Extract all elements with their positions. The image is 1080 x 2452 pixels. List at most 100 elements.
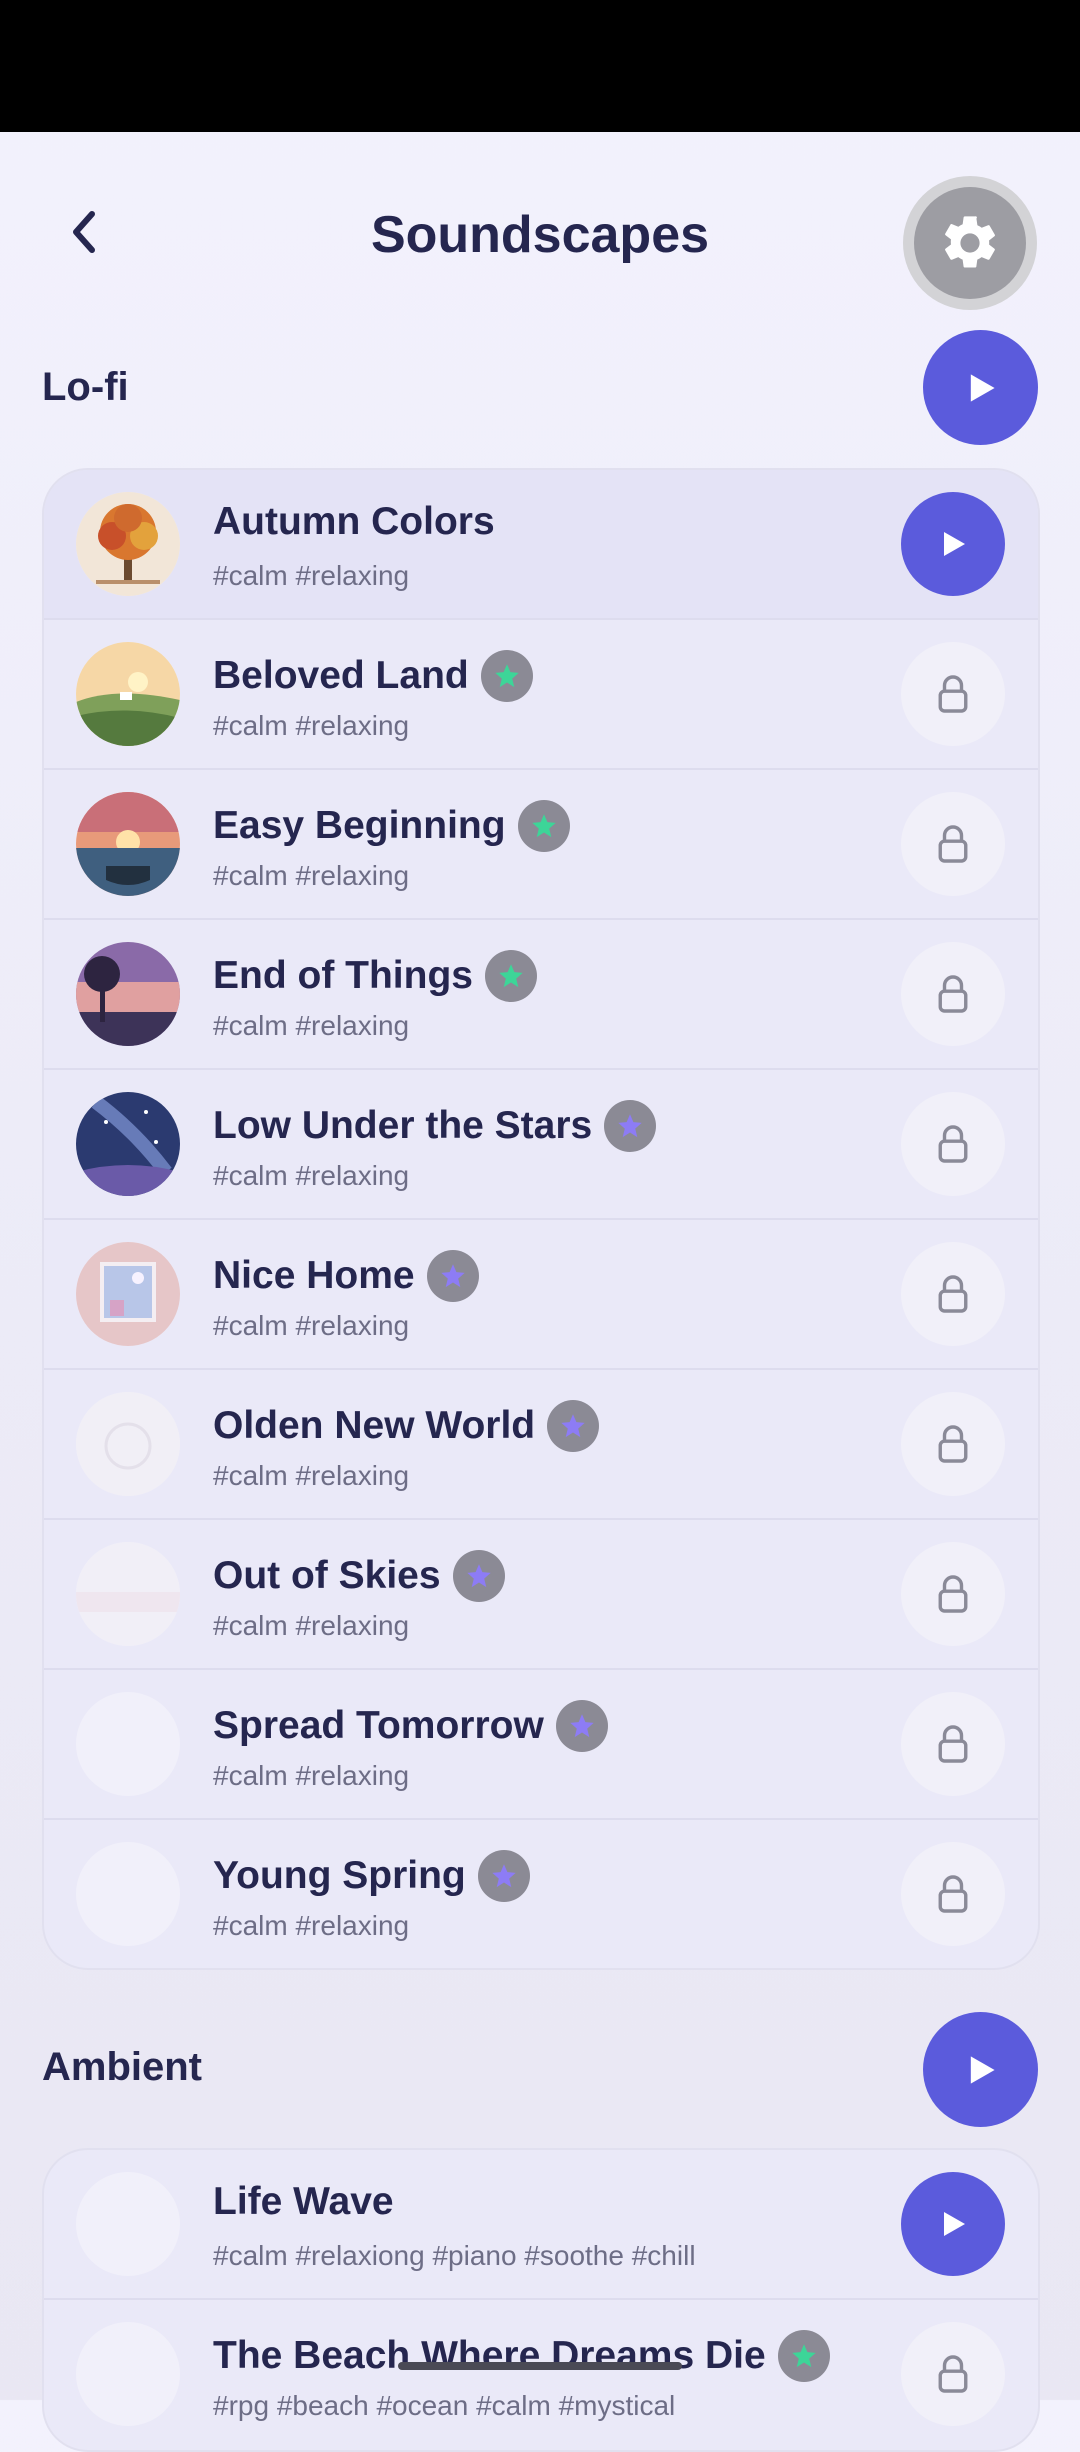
track-thumbnail	[76, 942, 180, 1046]
track-thumbnail	[76, 1842, 180, 1946]
track-tags: #calm #relaxing	[213, 1310, 410, 1341]
track-thumbnail	[76, 792, 180, 896]
track-row[interactable]: Autumn Colors #calm #relaxing	[44, 470, 1038, 620]
track-thumbnail	[76, 1692, 180, 1796]
settings-button[interactable]	[903, 176, 1037, 310]
track-title: Life Wave	[213, 2180, 394, 2223]
lock-icon	[938, 675, 968, 713]
track-thumbnail	[76, 492, 180, 596]
star-icon	[466, 1564, 491, 1588]
track-thumbnail	[76, 642, 180, 746]
track-thumbnail	[76, 1242, 180, 1346]
lock-icon	[938, 975, 968, 1013]
home-indicator[interactable]	[398, 2362, 682, 2370]
play-icon	[944, 2212, 965, 2236]
lofi-track-list: Autumn Colors #calm #relaxing Beloved La…	[42, 468, 1040, 1970]
track-tags: #calm #relaxing	[213, 860, 410, 891]
star-icon	[561, 1414, 585, 1438]
premium-badge	[484, 950, 537, 1002]
lock-icon	[938, 1575, 968, 1613]
track-tags: #calm #relaxing	[213, 1610, 410, 1641]
track-row[interactable]: Low Under the Stars #calm #relaxing	[44, 1070, 1038, 1220]
track-tags: #calm #relaxing	[213, 1760, 410, 1791]
play-button[interactable]	[901, 2172, 1005, 2276]
play-button[interactable]	[901, 492, 1005, 596]
star-icon	[492, 1864, 516, 1888]
track-tags: #calm #relaxing	[213, 1160, 410, 1191]
track-tags: #rpg #beach #ocean #calm #mystical	[213, 2390, 676, 2421]
track-title: Spread Tomorrow	[213, 1700, 608, 1752]
premium-badge	[452, 1550, 505, 1602]
premium-badge	[555, 1700, 608, 1752]
locked-button[interactable]	[901, 1842, 1005, 1946]
track-title: Young Spring	[213, 1850, 530, 1902]
locked-button[interactable]	[901, 1392, 1005, 1496]
lock-icon	[938, 1725, 968, 1763]
gear-icon	[945, 216, 995, 268]
track-tags: #calm #relaxing	[213, 1010, 410, 1041]
track-row[interactable]: Easy Beginning #calm #relaxing	[44, 770, 1038, 920]
play-all-lofi-button[interactable]	[923, 330, 1038, 445]
track-row[interactable]: The Beach Where Dreams Die #rpg #beach #…	[44, 2300, 1038, 2448]
star-icon	[570, 1714, 594, 1738]
lock-icon	[938, 2355, 968, 2393]
track-tags: #calm #relaxing	[213, 1460, 410, 1491]
locked-button[interactable]	[901, 2322, 1005, 2426]
track-row[interactable]: Life Wave #calm #relaxiong #piano #sooth…	[44, 2150, 1038, 2300]
track-title: Out of Skies	[213, 1550, 505, 1602]
premium-badge	[480, 650, 533, 702]
lock-icon	[938, 825, 968, 863]
locked-button[interactable]	[901, 642, 1005, 746]
track-row[interactable]: Young Spring #calm #relaxing	[44, 1820, 1038, 1968]
locked-button[interactable]	[901, 942, 1005, 1046]
locked-button[interactable]	[901, 1692, 1005, 1796]
track-row[interactable]: Olden New World #calm #relaxing	[44, 1370, 1038, 1520]
lock-icon	[938, 1125, 968, 1163]
premium-badge	[604, 1100, 657, 1152]
locked-button[interactable]	[901, 1542, 1005, 1646]
track-title: Low Under the Stars	[213, 1100, 657, 1152]
track-tags: #calm #relaxing	[213, 560, 410, 591]
ambient-track-list: Life Wave #calm #relaxiong #piano #sooth…	[42, 2148, 1040, 2452]
track-row[interactable]: Nice Home #calm #relaxing	[44, 1220, 1038, 1370]
track-row[interactable]: Beloved Land #calm #relaxing	[44, 620, 1038, 770]
play-icon	[970, 2055, 995, 2084]
track-tags: #calm #relaxing	[213, 1910, 410, 1941]
track-thumbnail	[76, 1542, 180, 1646]
track-title: Nice Home	[213, 1250, 479, 1302]
track-thumbnail	[76, 2172, 180, 2276]
track-title: End of Things	[213, 950, 537, 1002]
premium-badge	[477, 1850, 530, 1902]
track-title: Autumn Colors	[213, 500, 495, 543]
track-thumbnail	[76, 1392, 180, 1496]
track-row[interactable]: Spread Tomorrow #calm #relaxing	[44, 1670, 1038, 1820]
star-icon	[792, 2344, 816, 2368]
track-tags: #calm #relaxiong #piano #soothe #chill	[213, 2240, 696, 2271]
premium-badge	[547, 1400, 600, 1452]
track-thumbnail	[76, 2322, 180, 2426]
section-title-ambient: Ambient	[42, 2045, 202, 2089]
premium-badge	[517, 800, 570, 852]
track-title: The Beach Where Dreams Die	[213, 2330, 830, 2382]
star-icon	[618, 1114, 642, 1138]
locked-button[interactable]	[901, 1092, 1005, 1196]
premium-badge	[777, 2330, 830, 2382]
premium-badge	[426, 1250, 479, 1302]
track-tags: #calm #relaxing	[213, 710, 410, 741]
star-icon	[495, 664, 519, 688]
play-all-ambient-button[interactable]	[923, 2012, 1038, 2127]
track-row[interactable]: Out of Skies #calm #relaxing	[44, 1520, 1038, 1670]
star-icon	[499, 964, 523, 988]
locked-button[interactable]	[901, 792, 1005, 896]
section-title-lofi: Lo-fi	[42, 365, 129, 409]
star-icon	[440, 1264, 465, 1288]
lock-icon	[938, 1875, 968, 1913]
track-title: Beloved Land	[213, 650, 533, 702]
lock-icon	[938, 1425, 968, 1463]
locked-button[interactable]	[901, 1242, 1005, 1346]
track-title: Olden New World	[213, 1400, 600, 1452]
track-thumbnail	[76, 1092, 180, 1196]
lock-icon	[938, 1275, 968, 1313]
play-icon	[970, 373, 995, 402]
track-row[interactable]: End of Things #calm #relaxing	[44, 920, 1038, 1070]
